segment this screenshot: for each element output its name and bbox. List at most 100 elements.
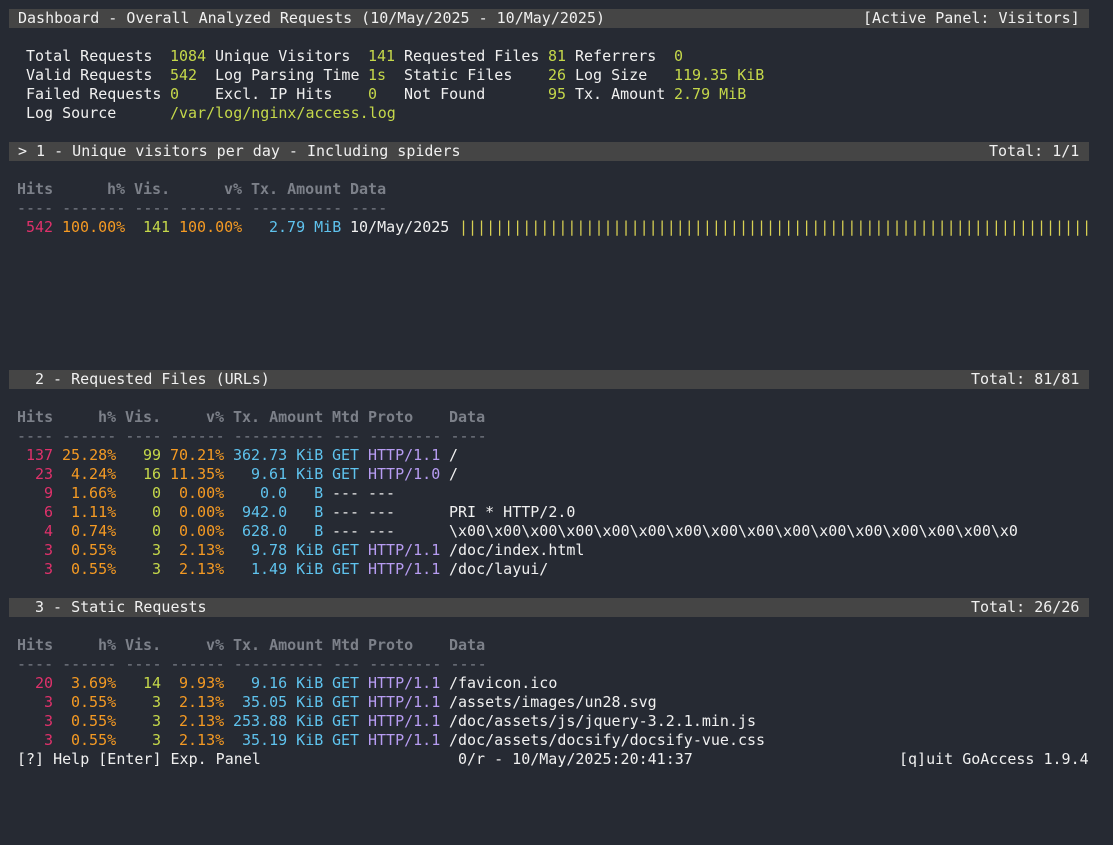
protocol-value: HTTP/1.1 — [368, 541, 441, 559]
requested-files-label: Requested Files — [404, 47, 540, 65]
quit-hint[interactable]: [q]uit GoAccess 1.9.4 — [899, 750, 1089, 769]
col-data: Data — [449, 636, 486, 654]
hits-percent-value: 0.55% — [71, 731, 117, 749]
table-row[interactable]: 3 0.55% 3 2.13% 1.49 KiB GET HTTP/1.1/doc/layu… — [0, 560, 1113, 579]
tx-amount-value: 2.79 MiB — [674, 85, 747, 103]
panel-2-column-headers: Hits h% Vis. v% Tx. Amount Mtd Proto Dat… — [0, 408, 1113, 427]
protocol-value: HTTP/1.1 — [368, 693, 441, 711]
visitors-percent-value: 11.35% — [170, 465, 225, 483]
hits-percent-value: 3.69% — [71, 674, 117, 692]
panel-1-header[interactable]: > 1 - Unique visitors per day - Includin… — [9, 142, 1089, 161]
hits-value: 3 — [44, 731, 54, 749]
log-source-label: Log Source — [26, 104, 117, 122]
visitors-value: 14 — [143, 674, 162, 692]
hits-percent-value: 0.55% — [71, 712, 117, 730]
panel-1-column-headers: Hits h% Vis. v% Tx. Amount Data — [0, 180, 1113, 199]
data-value: PRI * HTTP/2.0 — [449, 503, 576, 521]
table-row[interactable]: 3 0.55% 3 2.13% 253.88 KiB GET HTTP/1.1/doc/as… — [0, 712, 1113, 731]
table-row[interactable]: 20 3.69% 14 9.93% 9.16 KiB GET HTTP/1.1/favico… — [0, 674, 1113, 693]
method-value: GET — [332, 712, 360, 730]
panel-1-title: > 1 - Unique visitors per day - Includin… — [18, 142, 461, 160]
col-data: Data — [350, 180, 387, 198]
col-method: Mtd — [332, 408, 360, 426]
panel-3-total: Total: 26/26 — [971, 598, 1080, 616]
col-visitors-percent: v% — [224, 180, 243, 198]
panel-1-row[interactable]: 542 100.00% 141 100.00% 2.79 MiB 10/May/… — [0, 218, 1113, 237]
referrers-label: Referrers — [575, 47, 657, 65]
date-value: 10/May/2025 — [350, 218, 450, 236]
col-hits-percent: h% — [107, 180, 126, 198]
visitors-value: 0 — [152, 522, 162, 540]
goaccess-terminal: Dashboard - Overall Analyzed Requests (1… — [0, 0, 1113, 777]
method-value: GET — [332, 693, 360, 711]
visitors-value: 99 — [143, 446, 162, 464]
visitors-value: 0 — [152, 484, 162, 502]
header-underline: ---- ------ ---- ------ ---------- --- -… — [17, 427, 487, 445]
panel-2-total: Total: 81/81 — [971, 370, 1080, 388]
unique-visitors-label: Unique Visitors — [215, 47, 351, 65]
log-source-value: /var/log/nginx/access.log — [170, 104, 396, 122]
data-value: /doc/index.html — [449, 541, 585, 559]
table-row[interactable]: 137 25.28% 99 70.21% 362.73 KiB GET HTTP/1.1 / — [0, 446, 1113, 465]
failed-requests-label: Failed Requests — [26, 85, 162, 103]
table-row[interactable]: 23 4.24% 16 11.35% 9.61 KiB GET HTTP/1.0 / — [0, 465, 1113, 484]
tx-amount-label: Tx. Amount — [575, 85, 666, 103]
visitors-percent-value: 0.00% — [179, 484, 225, 502]
hits-value: 9 — [44, 484, 54, 502]
visitors-percent-value: 2.13% — [179, 693, 225, 711]
footer-bar: [?] Help [Enter] Exp. Panel 0/r - 10/May… — [0, 750, 1113, 769]
table-row[interactable]: 9 1.66% 0 0.00% 0.0 B --- --- — [0, 484, 1113, 503]
hits-percent-value: 100.00% — [62, 218, 126, 236]
protocol-value: --- — [368, 522, 396, 540]
visitors-percent-value: 100.00% — [179, 218, 243, 236]
method-value: GET — [332, 446, 360, 464]
hits-value: 20 — [35, 674, 54, 692]
tx-amount-value: 1.49 KiB — [251, 560, 324, 578]
visitors-value: 16 — [143, 465, 162, 483]
panel-2-title: 2 - Requested Files (URLs) — [35, 370, 270, 388]
hits-percent-value: 4.24% — [71, 465, 117, 483]
panel-1-total: Total: 1/1 — [989, 142, 1080, 160]
table-row[interactable]: 4 0.74% 0 0.00% 628.0 B --- --- \x00\x00\x00\x0… — [0, 522, 1113, 541]
table-row[interactable]: 3 0.55% 3 2.13% 35.05 KiB GET HTTP/1.1/assets/… — [0, 693, 1113, 712]
panel-3-header[interactable]: 3 - Static Requests Total: 26/26 — [9, 598, 1089, 617]
hits-percent-value: 0.74% — [71, 522, 117, 540]
panel-1-dashes: ---- ------- ---- ------- ---------- ---… — [0, 199, 1113, 218]
protocol-value: HTTP/1.1 — [368, 674, 441, 692]
table-row[interactable]: 3 0.55% 3 2.13% 35.19 KiB GET HTTP/1.1/doc/ass… — [0, 731, 1113, 750]
hits-percent-value: 0.55% — [71, 541, 117, 559]
protocol-value: --- — [368, 484, 396, 502]
panel-2-header[interactable]: 2 - Requested Files (URLs) Total: 81/81 — [9, 370, 1089, 389]
visitors-bar: ||||||||||||||||||||||||||||||||||||||||… — [459, 218, 1089, 236]
protocol-value: --- — [368, 503, 396, 521]
help-hint[interactable]: [?] Help [Enter] Exp. Panel — [17, 750, 261, 769]
data-value: /doc/assets/js/jquery-3.2.1.min.js — [449, 712, 757, 730]
tx-amount-value: 628.0 B — [242, 522, 324, 540]
data-value: /favicon.ico — [449, 674, 558, 692]
referrers-value: 0 — [674, 47, 684, 65]
hits-value: 3 — [44, 693, 54, 711]
hits-percent-value: 1.11% — [71, 503, 117, 521]
tx-amount-value: 362.73 KiB — [233, 446, 324, 464]
method-value: --- — [332, 503, 360, 521]
tx-amount-value: 9.61 KiB — [251, 465, 324, 483]
table-row[interactable]: 6 1.11% 0 0.00% 942.0 B --- --- PRI * HTTP/2.0 — [0, 503, 1113, 522]
tx-amount-value: 942.0 B — [242, 503, 324, 521]
hits-percent-value: 25.28% — [62, 446, 117, 464]
data-value: / — [449, 465, 459, 483]
unique-visitors-value: 141 — [368, 47, 396, 65]
log-size-value: 119.35 KiB — [674, 66, 765, 84]
header-underline: ---- ------- ---- ------- ---------- ---… — [17, 199, 388, 217]
log-parsing-time-label: Log Parsing Time — [215, 66, 360, 84]
method-value: GET — [332, 541, 360, 559]
failed-requests-value: 0 — [170, 85, 180, 103]
col-visitors-percent: v% — [206, 636, 225, 654]
not-found-label: Not Found — [404, 85, 486, 103]
overall-stats-row-4: Log Source /var/log/nginx/access.log — [0, 104, 1113, 123]
tx-amount-value: 9.78 KiB — [251, 541, 324, 559]
table-row[interactable]: 3 0.55% 3 2.13% 9.78 KiB GET HTTP/1.1/doc/inde… — [0, 541, 1113, 560]
visitors-percent-value: 0.00% — [179, 503, 225, 521]
dashboard-header: Dashboard - Overall Analyzed Requests (1… — [9, 9, 1089, 28]
col-visitors: Vis. — [125, 408, 162, 426]
col-visitors: Vis. — [134, 180, 171, 198]
